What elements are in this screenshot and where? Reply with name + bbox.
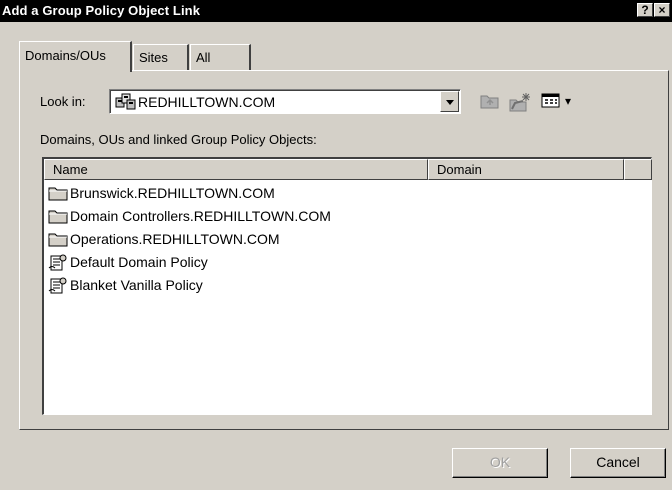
folder-icon	[48, 208, 68, 227]
list-item-label: Default Domain Policy	[70, 254, 208, 270]
list-caption: Domains, OUs and linked Group Policy Obj…	[40, 132, 317, 147]
domain-icon	[115, 92, 137, 115]
gpo-icon	[48, 254, 68, 275]
cancel-button[interactable]: Cancel	[570, 448, 666, 478]
look-in-label: Look in:	[40, 94, 86, 109]
column-header-name[interactable]: Name	[44, 159, 428, 180]
gpo-icon	[48, 277, 68, 298]
ok-button[interactable]: OK	[452, 448, 548, 478]
list-item-label: Operations.REDHILLTOWN.COM	[70, 231, 280, 247]
chevron-down-icon[interactable]: ▾	[565, 94, 571, 108]
list-item-label: Brunswick.REDHILLTOWN.COM	[70, 185, 275, 201]
folder-icon	[48, 185, 68, 204]
up-folder-icon[interactable]	[480, 92, 500, 113]
look-in-combobox[interactable]: REDHILLTOWN.COM	[109, 89, 461, 114]
new-ou-gpo-icon[interactable]	[508, 92, 532, 115]
gpo-list[interactable]: Name Domain Brunswick.REDHILLTOWN.COM Do…	[42, 157, 652, 415]
column-header-domain[interactable]: Domain	[428, 159, 624, 180]
folder-icon	[48, 231, 68, 250]
list-item-label: Domain Controllers.REDHILLTOWN.COM	[70, 208, 331, 224]
look-in-value: REDHILLTOWN.COM	[138, 94, 276, 110]
view-menu-icon[interactable]	[541, 92, 561, 113]
list-item-label: Blanket Vanilla Policy	[70, 277, 203, 293]
chevron-down-icon[interactable]	[440, 91, 459, 112]
column-header-filler	[624, 159, 652, 180]
